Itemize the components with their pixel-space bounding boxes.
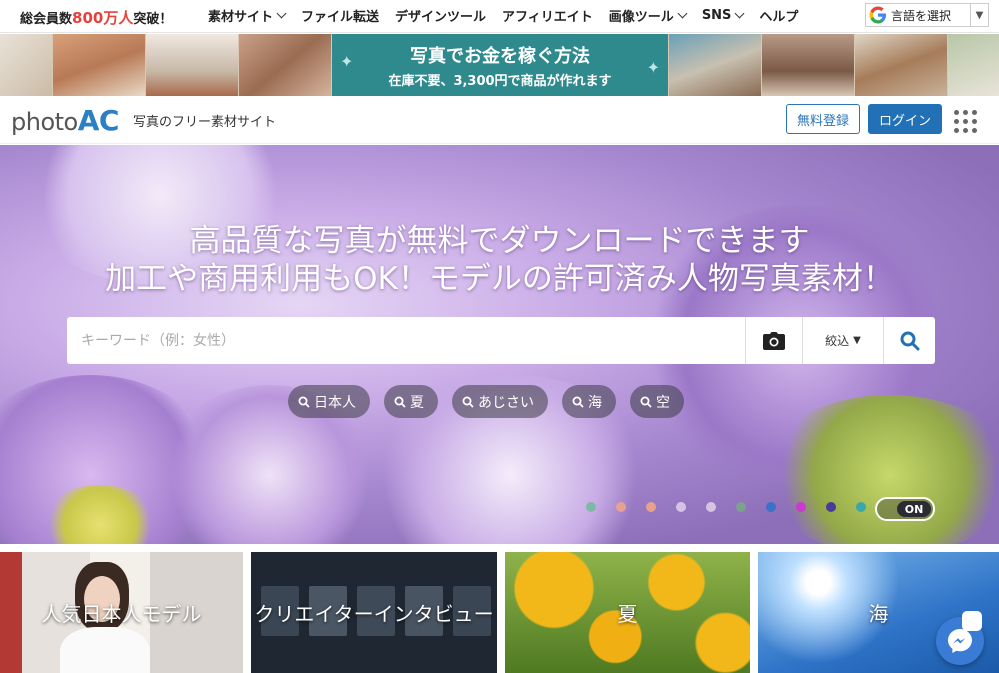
image-search-button[interactable] [745, 317, 802, 364]
category-cards: 人気日本人モデル クリエイターインタビュー 夏 海 [0, 552, 999, 673]
notification-badge [962, 611, 982, 631]
camera-icon [763, 331, 785, 350]
keyword-chip[interactable]: 海 [562, 385, 616, 418]
category-card-popular-models[interactable]: 人気日本人モデル [0, 552, 243, 673]
search-icon [640, 396, 652, 408]
nav-item-materials-site[interactable]: 素材サイト [208, 6, 287, 25]
search-icon [462, 396, 474, 408]
filter-dropdown[interactable]: 絞込 ▼ [802, 317, 883, 364]
messenger-icon [948, 629, 972, 653]
card-label: 夏 [617, 602, 638, 626]
members-prefix: 総会員数 [20, 12, 73, 27]
search-icon [298, 396, 310, 408]
banner-photo [762, 34, 854, 96]
banner-subtitle: 在庫不要、3,300円で商品が作れます [388, 73, 612, 89]
banner-photo [855, 34, 947, 96]
slide-dot[interactable] [796, 502, 806, 512]
nav-item-design-tool[interactable]: デザインツール [395, 6, 486, 25]
dropdown-arrow-icon: ▼ [970, 4, 988, 26]
members-count: 800万人 [72, 9, 134, 27]
card-label: 海 [868, 602, 889, 626]
chevron-down-icon [276, 8, 287, 19]
register-button[interactable]: 無料登録 [786, 104, 860, 134]
messenger-chat-button[interactable] [936, 611, 984, 665]
banner-photo [239, 34, 331, 96]
slide-dot[interactable] [706, 502, 716, 512]
nav-item-file-transfer[interactable]: ファイル転送 [301, 6, 379, 25]
banner-photo [0, 34, 52, 96]
site-header: photoAC 写真のフリー素材サイト 無料登録 ログイン [0, 96, 999, 144]
nav-item-image-tool[interactable]: 画像ツール [609, 6, 688, 25]
google-icon [869, 6, 886, 24]
slide-indicators [586, 502, 866, 512]
banner-photo [146, 34, 238, 96]
slide-dot[interactable] [676, 502, 686, 512]
site-logo[interactable]: photoAC [11, 104, 119, 137]
dropdown-arrow-icon: ▼ [853, 335, 861, 346]
slideshow-toggle[interactable]: ON [875, 497, 935, 521]
banner-photo [948, 34, 999, 96]
language-select-label: 言語を選択 [891, 8, 952, 23]
slide-dot[interactable] [616, 502, 626, 512]
apps-grid-icon[interactable] [954, 110, 978, 134]
toggle-label: ON [897, 501, 931, 517]
language-select[interactable]: 言語を選択 ▼ [865, 3, 989, 27]
sparkle-icon: ✦ [340, 52, 354, 71]
search-bar: 絞込 ▼ [67, 317, 935, 364]
hero-headline-2: 加工や商用利用もOK！モデルの許可済み人物写真素材！ [105, 261, 894, 297]
slide-dot[interactable] [736, 502, 746, 512]
keyword-chip[interactable]: あじさい [452, 385, 548, 418]
slide-dot[interactable] [646, 502, 656, 512]
search-icon [394, 396, 406, 408]
nav-item-help[interactable]: ヘルプ [759, 6, 798, 25]
slide-dot[interactable] [766, 502, 776, 512]
search-icon [572, 396, 584, 408]
category-card-summer[interactable]: 夏 [505, 552, 750, 673]
card-label: 人気日本人モデル [41, 602, 202, 626]
search-button[interactable] [883, 317, 935, 364]
search-icon [900, 331, 919, 350]
keyword-chip[interactable]: 空 [630, 385, 684, 418]
promo-banner[interactable]: ✦ ✦ 写真でお金を稼ぐ方法 在庫不要、3,300円で商品が作れます [0, 34, 999, 96]
chevron-down-icon [734, 8, 745, 19]
search-input[interactable] [67, 317, 745, 364]
login-button[interactable]: ログイン [868, 104, 942, 134]
banner-photo [669, 34, 761, 96]
site-tagline: 写真のフリー素材サイト [133, 115, 277, 130]
members-suffix: 突破！ [133, 12, 173, 27]
card-label: クリエイターインタビュー [254, 602, 494, 626]
nav-item-affiliate[interactable]: アフィリエイト [502, 6, 593, 25]
slide-dot[interactable] [586, 502, 596, 512]
slide-dot[interactable] [856, 502, 866, 512]
slide-dot[interactable] [826, 502, 836, 512]
sparkle-icon: ✦ [646, 58, 660, 77]
hero-section: 高品質な写真が無料でダウンロードできます 加工や商用利用もOK！モデルの許可済み… [0, 145, 999, 544]
top-nav: 素材サイト ファイル転送 デザインツール アフィリエイト 画像ツール SNS ヘ… [208, 6, 814, 25]
keyword-chip[interactable]: 日本人 [288, 385, 370, 418]
member-count-notice: 総会員数800万人突破！ [20, 7, 172, 28]
nav-item-sns[interactable]: SNS [702, 6, 745, 25]
banner-title: 写真でお金を稼ぐ方法 [410, 45, 590, 67]
category-card-creator-interview[interactable]: クリエイターインタビュー [251, 552, 497, 673]
keyword-chip[interactable]: 夏 [384, 385, 438, 418]
suggested-keywords: 日本人 夏 あじさい 海 空 [288, 385, 684, 418]
banner-photo [53, 34, 145, 96]
chevron-down-icon [677, 8, 688, 19]
banner-message: ✦ ✦ 写真でお金を稼ぐ方法 在庫不要、3,300円で商品が作れます [332, 34, 668, 96]
top-bar: 総会員数800万人突破！ 素材サイト ファイル転送 デザインツール アフィリエイ… [0, 0, 999, 33]
